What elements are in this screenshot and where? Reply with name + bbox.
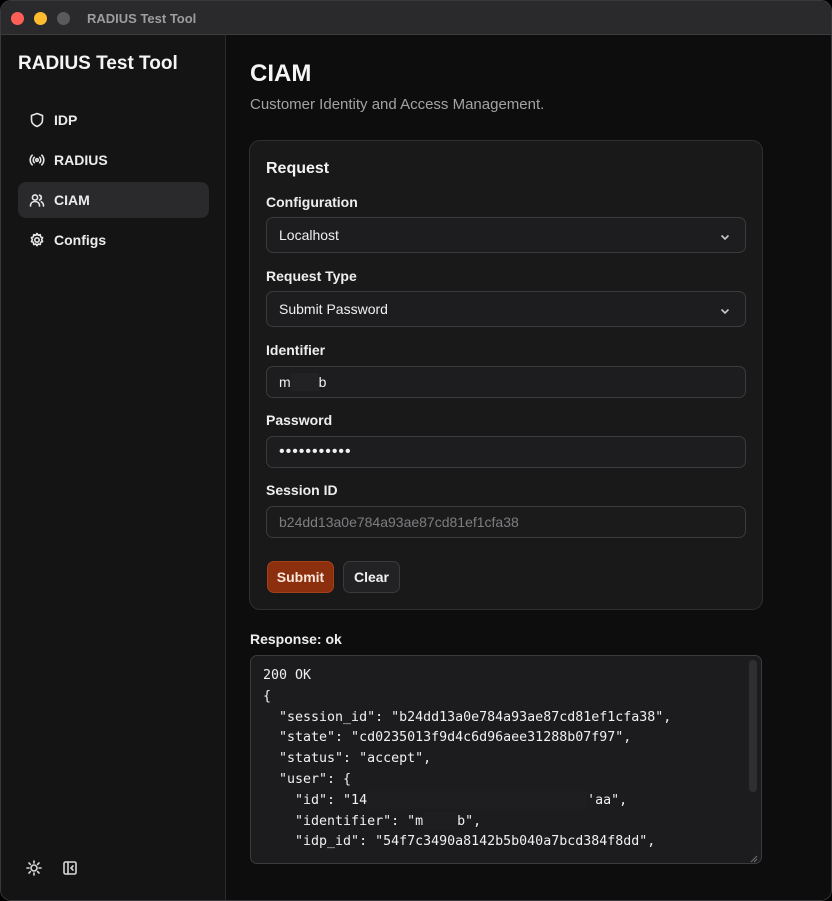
- response-line-start: "id": "14: [263, 792, 368, 808]
- request-type-value: Submit Password: [279, 301, 388, 317]
- response-line: "session_id": "b24dd13a0e784a93ae87cd81e…: [263, 709, 672, 725]
- response-line-start: "identifier": "m: [263, 813, 424, 829]
- shield-icon: [30, 112, 44, 128]
- app-title: RADIUS Test Tool: [18, 53, 178, 74]
- sidebar-collapse-icon[interactable]: [62, 860, 78, 876]
- identifier-prefix: m: [279, 374, 291, 390]
- response-line: "status": "accept",: [263, 751, 432, 767]
- response-line: "user": {: [263, 771, 352, 787]
- request-type-select[interactable]: Submit Password: [266, 291, 746, 327]
- sidebar-item-ciam[interactable]: CIAM: [18, 182, 209, 218]
- sidebar-item-radius[interactable]: RADIUS: [18, 142, 209, 178]
- response-scrollbar[interactable]: [749, 660, 757, 792]
- response-label: Response: ok: [250, 631, 342, 647]
- response-textarea[interactable]: 200 OK { "session_id": "b24dd13a0e784a93a…: [250, 655, 762, 864]
- response-line-end: b",: [457, 813, 482, 829]
- response-line: "state": "cd0235013f9d4c6d96aee31288b07f…: [263, 730, 632, 746]
- sidebar: RADIUS Test Tool IDP RADIUS CIAM Configs: [1, 35, 226, 900]
- users-icon: [29, 194, 45, 207]
- request-type-label: Request Type: [266, 268, 357, 284]
- response-line-end: 'aa",: [587, 792, 628, 808]
- window-title: RADIUS Test Tool: [87, 11, 197, 26]
- app-window: RADIUS Test Tool RADIUS Test Tool IDP RA…: [0, 0, 832, 901]
- page-subtitle: Customer Identity and Access Management.: [250, 96, 545, 113]
- sidebar-item-label: RADIUS: [54, 152, 108, 168]
- resize-grip-icon[interactable]: [748, 850, 758, 863]
- submit-button[interactable]: Submit: [267, 561, 334, 593]
- sidebar-item-idp[interactable]: IDP: [18, 102, 209, 138]
- sidebar-item-configs[interactable]: Configs: [18, 222, 209, 258]
- identifier-suffix: b: [318, 374, 327, 390]
- sidebar-item-label: CIAM: [54, 192, 90, 208]
- response-line: {: [263, 688, 272, 704]
- configuration-select[interactable]: Localhost: [266, 217, 746, 253]
- request-card: Request Configuration Localhost Request …: [249, 140, 763, 610]
- redacted-block: [367, 790, 588, 809]
- session-id-label: Session ID: [266, 482, 338, 498]
- response-line: 200 OK: [263, 668, 312, 683]
- password-input[interactable]: •••••••••••: [266, 436, 746, 468]
- configuration-value: Localhost: [279, 227, 339, 243]
- password-label: Password: [266, 412, 333, 428]
- session-id-field: b24dd13a0e784a93ae87cd81ef1cfa38: [266, 506, 746, 538]
- response-line: "identifier": "m b",: [263, 811, 671, 833]
- redacted-block: [290, 373, 319, 391]
- broadcast-icon: [29, 154, 45, 166]
- page-title: CIAM: [250, 60, 312, 87]
- identifier-label: Identifier: [266, 342, 326, 358]
- chevron-down-icon: [719, 304, 731, 316]
- clear-button[interactable]: Clear: [343, 561, 400, 593]
- gear-icon: [30, 232, 44, 247]
- zoom-window-button[interactable]: [57, 12, 70, 25]
- sidebar-item-label: IDP: [54, 112, 78, 128]
- request-card-title: Request: [266, 160, 330, 177]
- response-body: 200 OK { "session_id": "b24dd13a0e784a93a…: [263, 666, 671, 853]
- response-line: "idp_id": "54f7c3490a8142b5b040a7bcd384f…: [263, 834, 656, 850]
- sun-icon[interactable]: [26, 860, 42, 876]
- close-window-button[interactable]: [11, 12, 24, 25]
- configuration-label: Configuration: [266, 194, 358, 210]
- title-bar: RADIUS Test Tool: [1, 1, 831, 35]
- sidebar-item-label: Configs: [54, 232, 107, 248]
- chevron-down-icon: [719, 230, 731, 242]
- main-content: CIAM Customer Identity and Access Manage…: [226, 35, 831, 900]
- session-id-value: b24dd13a0e784a93ae87cd81ef1cfa38: [279, 514, 519, 530]
- redacted-block: [423, 811, 458, 830]
- response-line: "id": "14 'aa",: [263, 790, 671, 812]
- identifier-input[interactable]: m b: [266, 366, 746, 398]
- password-value: •••••••••••: [279, 443, 352, 460]
- minimize-window-button[interactable]: [34, 12, 47, 25]
